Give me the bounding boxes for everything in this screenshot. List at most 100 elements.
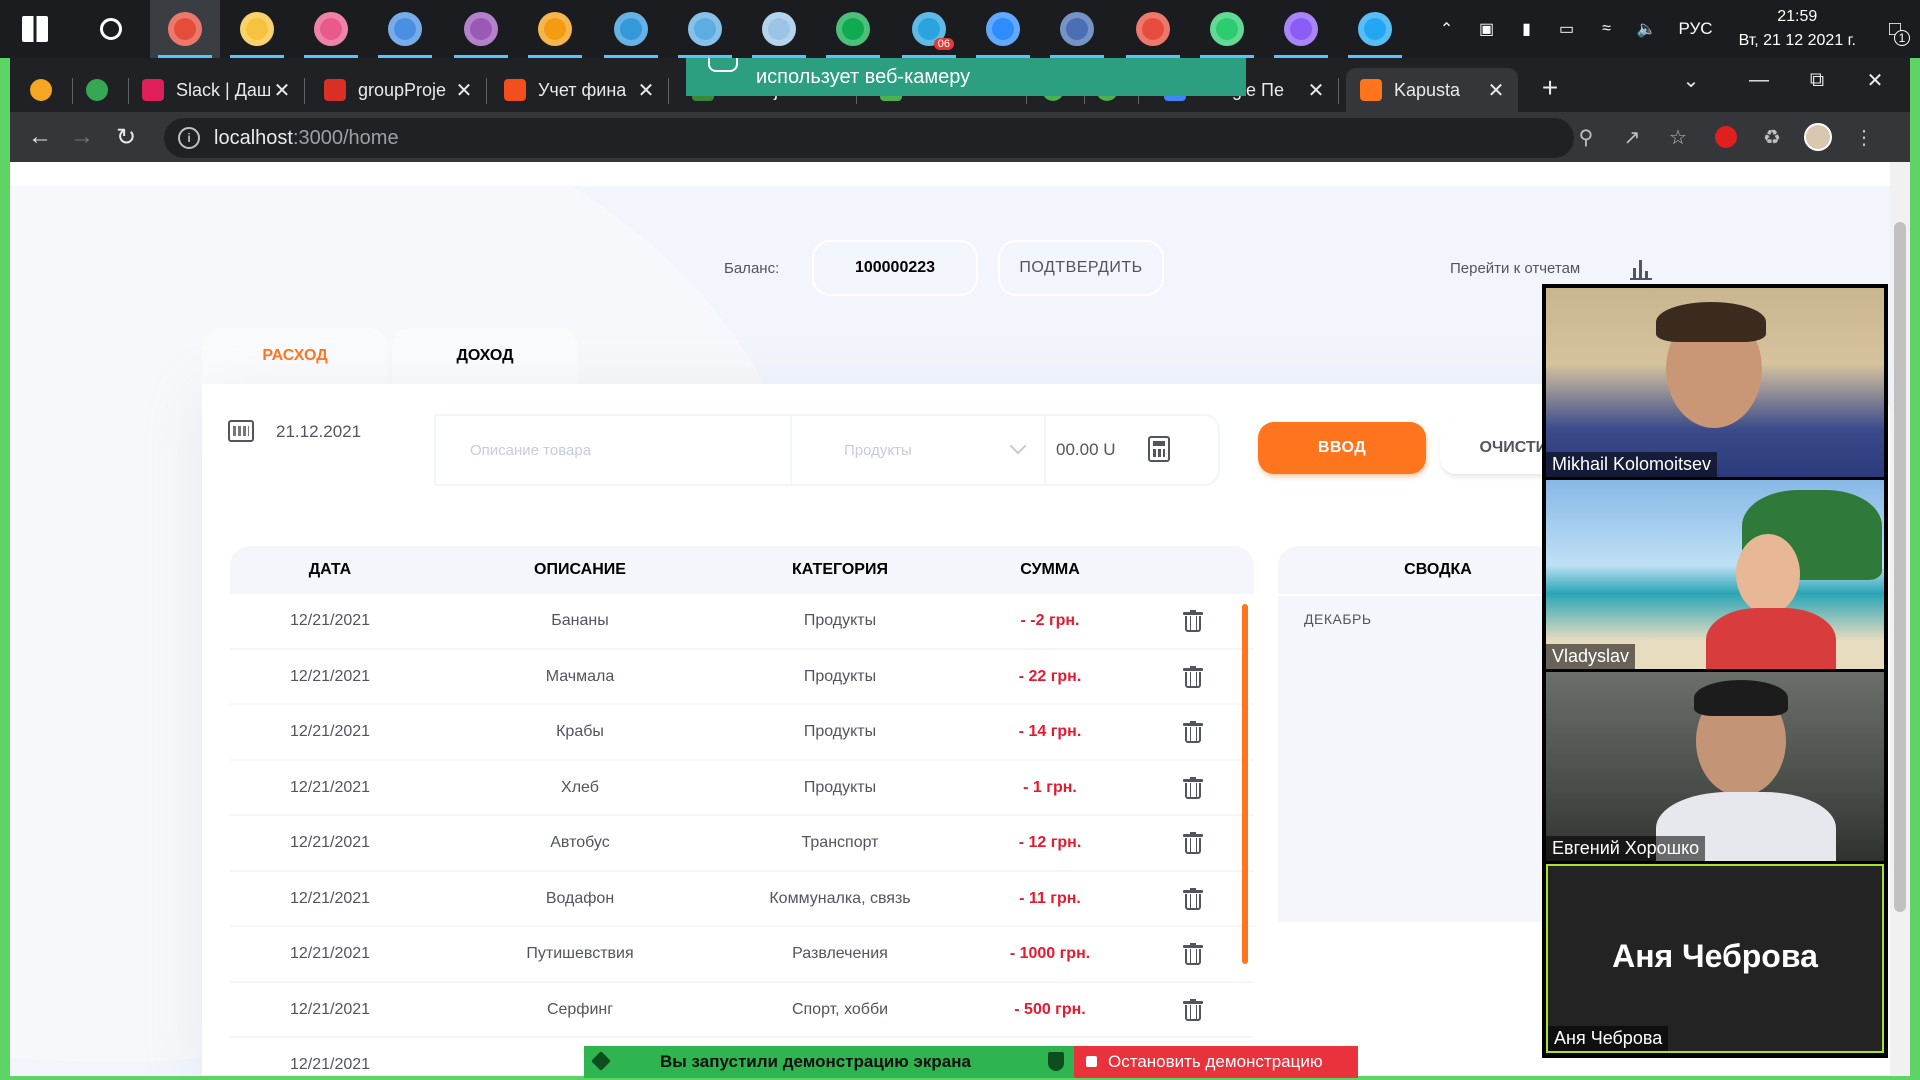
mongodb-compass-icon[interactable] bbox=[818, 0, 888, 58]
notification-center-icon[interactable]: □ 1 bbox=[1870, 0, 1920, 58]
trash-icon bbox=[1183, 721, 1203, 743]
page-scrollbar[interactable] bbox=[1890, 162, 1910, 1076]
tab-separator bbox=[1338, 78, 1339, 104]
share-icon[interactable]: ↗ bbox=[1616, 121, 1648, 153]
cell-sum: - 11 грн. bbox=[1019, 889, 1081, 907]
delete-row-button[interactable] bbox=[1178, 594, 1208, 648]
video-tile[interactable]: Vladyslav bbox=[1546, 480, 1884, 669]
address-bar[interactable]: i localhost:3000/home bbox=[164, 118, 1574, 158]
back-button[interactable]: ← bbox=[24, 121, 56, 153]
vscode-icon[interactable] bbox=[1340, 0, 1410, 58]
video-tile[interactable]: Евгений Хорошко bbox=[1546, 672, 1884, 861]
close-tab-icon[interactable]: ✕ bbox=[634, 78, 658, 103]
cube-app-icon[interactable] bbox=[744, 0, 814, 58]
search-icon[interactable] bbox=[76, 0, 146, 58]
browser-tab[interactable] bbox=[16, 68, 72, 112]
trash-icon bbox=[1183, 776, 1203, 799]
header-edge bbox=[10, 162, 1890, 186]
calculator-app-icon[interactable] bbox=[1042, 0, 1112, 58]
chevron-up-icon[interactable]: ⌃ bbox=[1437, 19, 1457, 39]
chrome-profile-6-icon[interactable] bbox=[1192, 0, 1262, 58]
column-header-sum: СУММА bbox=[1020, 561, 1080, 578]
sum-input[interactable]: 00.00 U bbox=[1046, 416, 1218, 484]
github-desktop-icon[interactable] bbox=[1266, 0, 1336, 58]
calculator-icon[interactable] bbox=[1148, 436, 1170, 462]
chrome-profile-3-icon[interactable] bbox=[520, 0, 590, 58]
delete-row-button[interactable] bbox=[1178, 761, 1208, 815]
video-tile-no-video[interactable]: Аня Чеброва Аня Чеброва bbox=[1546, 864, 1884, 1053]
page-scrollbar-thumb[interactable] bbox=[1894, 222, 1906, 912]
close-tab-icon[interactable]: ✕ bbox=[1304, 78, 1328, 103]
enter-button[interactable]: ВВОД bbox=[1258, 422, 1426, 474]
new-tab-button[interactable]: + bbox=[1530, 68, 1570, 108]
chrome-profile-4-icon[interactable] bbox=[596, 0, 666, 58]
zoom-magnifier-icon[interactable]: ⚲ bbox=[1570, 121, 1602, 153]
tab-income[interactable]: ДОХОД bbox=[392, 328, 578, 384]
clock[interactable]: 21:59 Вт, 21 12 2021 г. bbox=[1739, 5, 1856, 53]
site-info-icon[interactable]: i bbox=[178, 127, 200, 149]
delete-row-button[interactable] bbox=[1178, 927, 1208, 981]
cell-sum: - 1 грн. bbox=[1023, 778, 1077, 796]
close-tab-icon[interactable]: ✕ bbox=[1484, 78, 1508, 103]
close-tab-icon[interactable]: ✕ bbox=[452, 78, 476, 103]
tab-expense[interactable]: РАСХОД bbox=[202, 328, 388, 384]
summary-panel: СВОДКА ДЕКАБРЬ bbox=[1278, 546, 1578, 922]
delete-row-button[interactable] bbox=[1178, 705, 1208, 759]
pinwheel-app-icon[interactable] bbox=[296, 0, 366, 58]
github-desktop-glyph bbox=[1284, 12, 1318, 46]
close-tab-icon[interactable]: ✕ bbox=[270, 78, 294, 103]
volume-icon[interactable]: 🔈 bbox=[1637, 19, 1657, 39]
browser-tab[interactable]: groupProje ✕ bbox=[310, 68, 486, 112]
chrome-menu-icon[interactable]: ⋮ bbox=[1848, 121, 1880, 153]
wifi-icon[interactable]: ≈ bbox=[1597, 19, 1617, 39]
minimize-button[interactable]: — bbox=[1730, 58, 1788, 102]
browser-tab[interactable]: Учет фина ✕ bbox=[490, 68, 668, 112]
share-status[interactable]: Вы запустили демонстрацию экрана bbox=[584, 1046, 1074, 1078]
close-window-button[interactable]: ✕ bbox=[1846, 58, 1904, 102]
delete-row-button[interactable] bbox=[1178, 872, 1208, 926]
bar-chart-icon[interactable] bbox=[1630, 258, 1654, 280]
forward-button[interactable]: → bbox=[66, 121, 98, 153]
profile-avatar[interactable] bbox=[1802, 121, 1834, 153]
chrome-profile-a-icon[interactable] bbox=[370, 0, 440, 58]
chrome-profile-5-icon[interactable] bbox=[1118, 0, 1188, 58]
windows-start-icon[interactable] bbox=[0, 0, 70, 58]
delete-row-button[interactable] bbox=[1178, 983, 1208, 1037]
calendar-icon[interactable] bbox=[228, 420, 254, 442]
chrome-profile-1-icon[interactable] bbox=[150, 0, 220, 58]
extensions-puzzle-icon[interactable]: ♻ bbox=[1756, 121, 1788, 153]
telegram-icon[interactable]: 06 bbox=[894, 0, 964, 58]
extension-hand-icon[interactable] bbox=[1710, 121, 1742, 153]
video-tile[interactable]: Mikhail Kolomoitsev bbox=[1546, 288, 1884, 477]
delete-row-button[interactable] bbox=[1178, 650, 1208, 704]
file-explorer-icon[interactable] bbox=[222, 0, 292, 58]
zoom-icon[interactable] bbox=[968, 0, 1038, 58]
stop-share-button[interactable]: Остановить демонстрацию bbox=[1074, 1046, 1358, 1078]
date-picker[interactable]: 21.12.2021 bbox=[276, 422, 361, 442]
browser-tab[interactable]: Kapusta ✕ bbox=[1346, 68, 1518, 112]
microphone-icon[interactable]: ▮ bbox=[1517, 19, 1537, 39]
reports-link[interactable]: Перейти к отчетам bbox=[1450, 260, 1580, 277]
bookmark-star-icon[interactable]: ☆ bbox=[1662, 121, 1694, 153]
battery-icon[interactable]: ▭ bbox=[1557, 19, 1577, 39]
balance-input[interactable]: 100000223 bbox=[812, 240, 978, 296]
category-select[interactable]: Продукты bbox=[792, 416, 1046, 484]
bird-app-icon[interactable] bbox=[670, 0, 740, 58]
browser-tab[interactable] bbox=[72, 68, 128, 112]
delete-row-button[interactable] bbox=[1178, 816, 1208, 870]
chrome-profile-2-icon[interactable] bbox=[446, 0, 516, 58]
cell-date: 12/21/2021 bbox=[289, 945, 371, 962]
reload-button[interactable]: ↻ bbox=[110, 121, 142, 153]
confirm-balance-button[interactable]: ПОДТВЕРДИТЬ bbox=[998, 240, 1164, 296]
restore-button[interactable]: ⧉ bbox=[1788, 58, 1846, 102]
zoom-video-panel: Mikhail Kolomoitsev Vladyslav Евгений Хо… bbox=[1542, 284, 1888, 1058]
tab-search-icon[interactable]: ⌄ bbox=[1662, 58, 1720, 102]
language-indicator[interactable]: РУС bbox=[1679, 19, 1713, 39]
cell-category: Транспорт bbox=[801, 834, 879, 851]
table-scrollbar[interactable] bbox=[1242, 604, 1248, 964]
description-input[interactable]: Описание товара bbox=[436, 416, 792, 484]
cell-category: Продукты bbox=[803, 612, 877, 629]
browser-tab[interactable]: Slack | Даш ✕ bbox=[128, 68, 304, 112]
tab-favicon-icon bbox=[142, 79, 164, 101]
webcam-icon[interactable]: ▣ bbox=[1477, 19, 1497, 39]
